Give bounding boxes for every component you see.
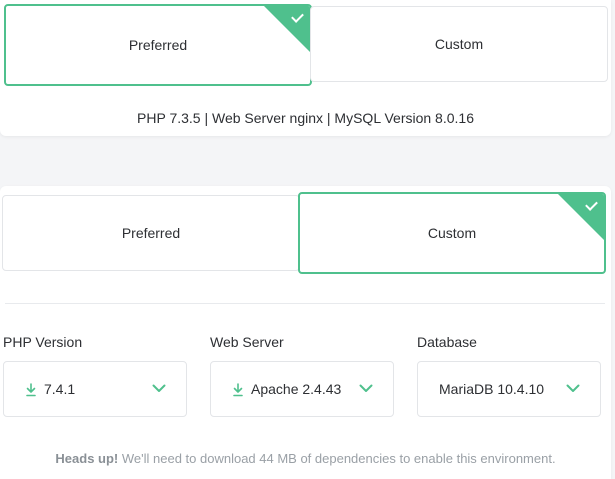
env-summary: PHP 7.3.5 | Web Server nginx | MySQL Ver… [137,110,474,126]
notice-text: We'll need to download 44 MB of dependen… [118,451,556,466]
web-server-select[interactable]: Apache 2.4.43 [210,361,394,417]
custom-env-panel: Preferred Custom PHP Version 7.4.1 Web S… [0,186,611,479]
preferred-env-panel: Preferred Custom PHP 7.3.5 | Web Server … [0,0,611,136]
custom-option[interactable]: Custom [310,6,608,82]
web-server-label: Web Server [210,334,284,350]
preferred-option[interactable]: Preferred [2,195,300,271]
custom-option-label: Custom [427,225,477,241]
download-icon [233,383,243,397]
preferred-option[interactable]: Preferred [4,4,312,86]
selected-corner-badge [264,6,310,52]
divider [5,303,605,304]
php-version-label: PHP Version [3,334,83,350]
chevron-down-icon [566,384,580,392]
download-icon [26,383,36,397]
download-notice: Heads up! We'll need to download 44 MB o… [0,451,611,466]
preferred-option-label: Preferred [128,37,188,53]
php-version-value: 7.4.1 [44,381,76,397]
database-select[interactable]: MariaDB 10.4.10 [417,361,601,417]
php-version-select[interactable]: 7.4.1 [3,361,187,417]
custom-option-label: Custom [434,36,484,52]
database-value: MariaDB 10.4.10 [439,381,545,397]
selected-corner-badge [558,194,604,240]
database-label: Database [417,334,477,350]
chevron-down-icon [152,384,166,392]
notice-heading: Heads up! [55,451,119,466]
web-server-value: Apache 2.4.43 [251,381,342,397]
preferred-option-label: Preferred [121,225,181,241]
custom-option[interactable]: Custom [298,192,606,274]
chevron-down-icon [359,384,373,392]
